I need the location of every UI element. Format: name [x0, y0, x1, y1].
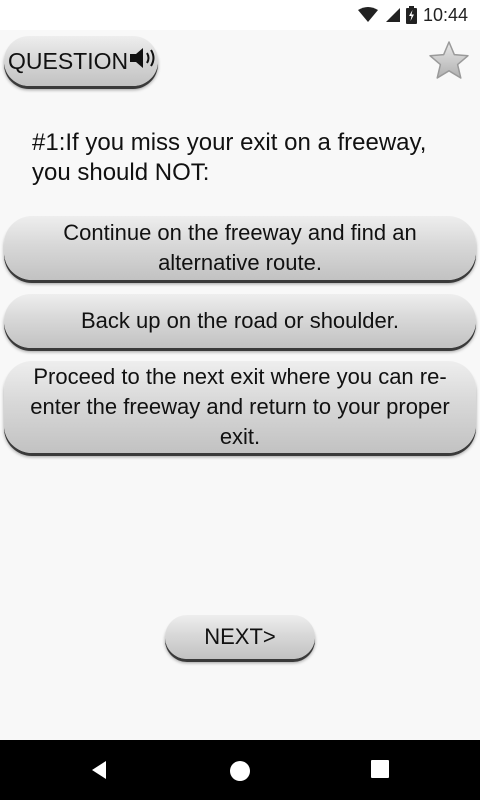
battery-icon — [405, 6, 417, 24]
back-icon[interactable] — [90, 760, 110, 785]
home-icon[interactable] — [229, 760, 251, 787]
question-text: #1:If you miss your exit on a freeway, y… — [32, 129, 427, 186]
speaker-icon — [130, 47, 160, 75]
status-bar: 10:44 — [0, 0, 480, 30]
status-time: 10:44 — [422, 4, 468, 25]
answer-option-3[interactable]: Proceed to the next exit where you can r… — [4, 361, 476, 453]
answer-option-label: Proceed to the next exit where you can r… — [30, 364, 450, 449]
answer-option-label: Continue on the freeway and find an alte… — [63, 220, 417, 275]
signal-icon — [384, 7, 400, 23]
next-button[interactable]: NEXT> — [165, 615, 315, 659]
wifi-icon — [357, 7, 378, 23]
answer-option-2[interactable]: Back up on the road or shoulder. — [4, 294, 476, 348]
status-icons: 10:44 — [357, 0, 468, 30]
answer-option-1[interactable]: Continue on the freeway and find an alte… — [4, 216, 476, 280]
answer-option-label: Back up on the road or shoulder. — [81, 308, 399, 333]
question-audio-button[interactable]: QUESTION — [4, 36, 158, 86]
question-button-label: QUESTION — [8, 47, 129, 74]
favorite-star-icon[interactable] — [428, 40, 470, 82]
recents-icon[interactable] — [371, 760, 389, 783]
navigation-bar — [0, 740, 480, 800]
next-button-label: NEXT> — [204, 624, 276, 649]
